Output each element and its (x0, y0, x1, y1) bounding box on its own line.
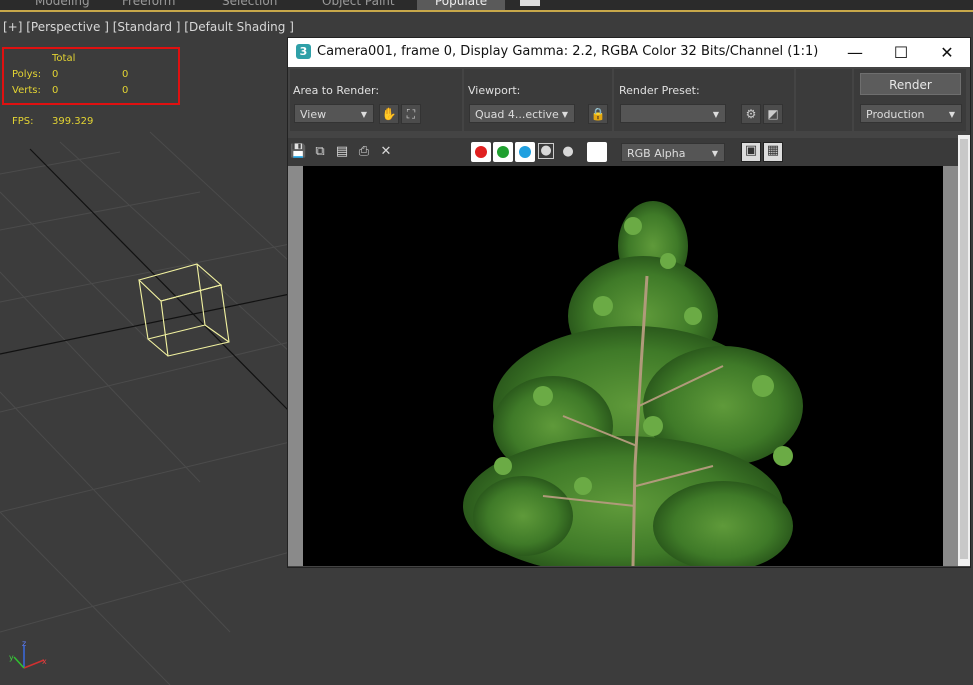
tab-populate[interactable]: Populate (417, 0, 506, 10)
copy-image-icon[interactable]: ⧉ (312, 144, 328, 160)
render-preset-dropdown[interactable]: ▼ (620, 104, 726, 123)
production-dropdown[interactable]: Production ▼ (860, 104, 962, 123)
clear-icon[interactable]: ✕ (378, 144, 394, 160)
render-settings-toolbar: Area to Render: View ▼ ✋ ⛶ Viewport: Qua… (288, 67, 970, 135)
channel-value: RGB Alpha (627, 147, 686, 160)
rendered-image (303, 166, 943, 566)
chevron-down-icon: ▼ (712, 110, 719, 119)
fps-label: FPS: (12, 116, 34, 127)
production-value: Production (866, 108, 925, 121)
red-channel-icon (475, 146, 487, 158)
stats-verts-total: 0 (122, 85, 129, 96)
scroll-thumb[interactable] (960, 139, 968, 559)
viewport-value: Quad 4...ective (475, 108, 559, 121)
stats-polys-label: Polys: (12, 69, 42, 80)
monochrome-icon[interactable]: ● (560, 144, 576, 160)
background-color-swatch[interactable] (587, 142, 607, 162)
tab-object-paint[interactable]: Object Paint (322, 0, 395, 10)
channel-dropdown[interactable]: RGB Alpha ▼ (621, 143, 725, 162)
clone-frame-icon[interactable]: ▤ (334, 144, 350, 160)
chevron-down-icon: ▼ (561, 110, 568, 119)
axis-tripod: z x y (9, 639, 47, 669)
render-canvas-area[interactable] (288, 166, 958, 566)
axis-label-y: y (9, 653, 14, 662)
app-logo-icon: 3 (296, 44, 311, 59)
render-preset-label: Render Preset: (619, 84, 700, 97)
spacer-panel (796, 69, 852, 131)
viewport-label[interactable]: [+] [Perspective ] [Standard ] [Default … (3, 20, 294, 34)
stats-polys-total: 0 (122, 69, 129, 80)
blue-channel-toggle[interactable] (515, 142, 535, 162)
close-button[interactable]: ✕ (924, 38, 970, 67)
info-panel-icon[interactable]: ▦ (763, 142, 783, 162)
stats-header: Total (52, 53, 76, 64)
red-channel-toggle[interactable] (471, 142, 491, 162)
title-bar[interactable]: 3 Camera001, frame 0, Display Gamma: 2.2… (288, 38, 970, 67)
maximize-button[interactable]: ☐ (878, 38, 924, 67)
green-channel-icon (497, 146, 509, 158)
window-title: Camera001, frame 0, Display Gamma: 2.2, … (317, 44, 819, 59)
blue-channel-icon (519, 146, 531, 158)
tree-render (463, 201, 803, 566)
viewport-dropdown[interactable]: Quad 4...ective ▼ (469, 104, 575, 123)
render-setup-icon[interactable]: ⚙ (741, 104, 761, 124)
axis-label-x: x (42, 657, 47, 666)
ribbon-extra-icon[interactable] (520, 0, 540, 6)
auto-region-icon[interactable]: ⛶ (401, 104, 421, 124)
tab-modeling[interactable]: Modeling (35, 0, 90, 10)
stats-polys-value: 0 (52, 69, 59, 80)
minimize-button[interactable]: — (832, 38, 878, 67)
chevron-down-icon: ▼ (948, 110, 955, 119)
area-to-render-label: Area to Render: (293, 84, 380, 97)
image-toolbar: 💾 ⧉ ▤ ⎙ ✕ ● ● RGB Alpha ▼ ▣ ▦ (288, 138, 958, 166)
display-toggle-icon[interactable]: ▣ (741, 142, 761, 162)
ribbon-bar: Modeling Freeform Selection Object Paint… (0, 0, 973, 10)
fps-value: 399.329 (52, 116, 94, 127)
alpha-channel-icon[interactable]: ● (538, 143, 554, 159)
green-channel-toggle[interactable] (493, 142, 513, 162)
render-frame-window: 3 Camera001, frame 0, Display Gamma: 2.2… (287, 37, 971, 568)
chevron-down-icon: ▼ (711, 149, 718, 158)
vertical-scrollbar[interactable] (958, 135, 970, 566)
axis-label-z: z (22, 639, 26, 648)
save-image-icon[interactable]: 💾 (290, 144, 306, 160)
viewport-label-text: Viewport: (468, 84, 521, 97)
environment-icon[interactable]: ◩ (763, 104, 783, 124)
chevron-down-icon: ▼ (360, 110, 367, 119)
tab-freeform[interactable]: Freeform (122, 0, 175, 10)
stats-verts-value: 0 (52, 85, 59, 96)
y-axis-line (29, 148, 291, 413)
stats-verts-label: Verts: (12, 85, 41, 96)
area-to-render-value: View (300, 108, 327, 121)
tab-selection[interactable]: Selection (222, 0, 277, 10)
area-to-render-dropdown[interactable]: View ▼ (294, 104, 374, 123)
print-icon[interactable]: ⎙ (356, 144, 372, 160)
edit-region-icon[interactable]: ✋ (379, 104, 399, 124)
x-axis-line (0, 293, 291, 355)
lock-icon[interactable]: 🔒 (588, 104, 608, 124)
render-button[interactable]: Render (860, 73, 961, 95)
